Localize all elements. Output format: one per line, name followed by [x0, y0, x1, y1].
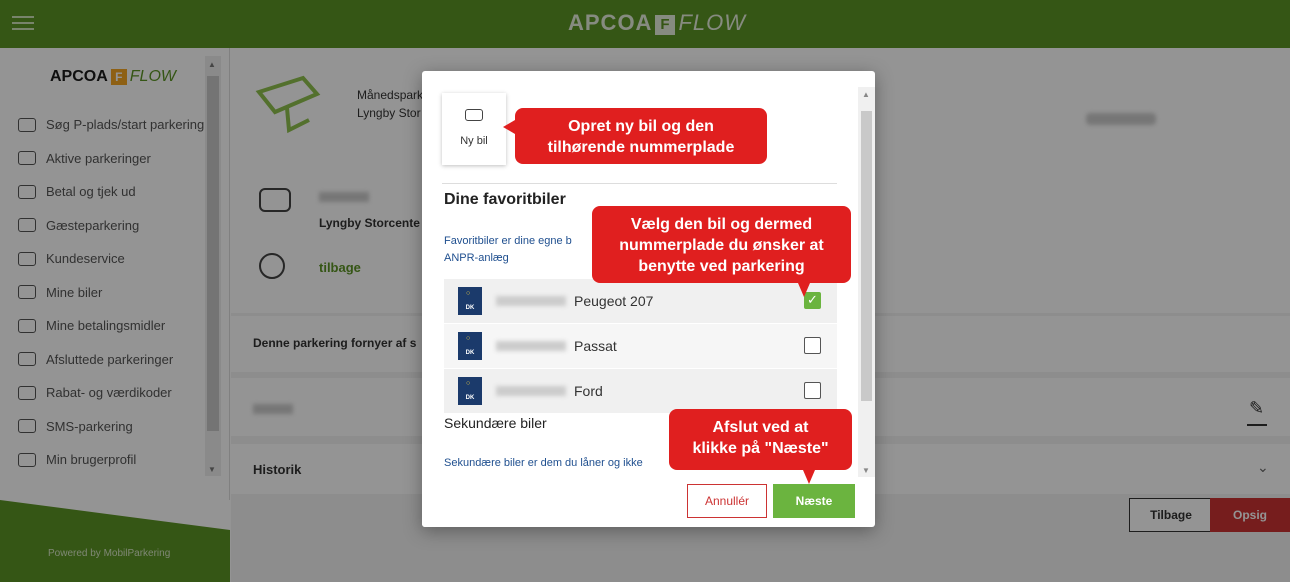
- car-name: Passat: [574, 338, 617, 354]
- callout-finish: Afslut ved at klikke på "Næste": [669, 409, 852, 484]
- cancel-button[interactable]: Annullér: [687, 484, 767, 518]
- car-icon: [465, 109, 483, 121]
- secondary-cars-description: Sekundære biler er dem du låner og ikke: [444, 457, 643, 469]
- checkbox[interactable]: [804, 382, 821, 399]
- blurred-plate: [496, 386, 566, 396]
- callout-select-car: Vælg den bil og dermed nummerplade du øn…: [592, 206, 851, 297]
- car-item-peugeot[interactable]: DK Peugeot 207 ✓: [444, 279, 837, 323]
- callout-line: klikke på "Næste": [692, 440, 829, 457]
- blurred-plate: [496, 296, 566, 306]
- scrollbar-thumb[interactable]: [861, 111, 872, 401]
- favorite-car-list: DK Peugeot 207 ✓ DK Passat DK Ford: [444, 279, 837, 414]
- new-car-label: Ny bil: [460, 135, 488, 147]
- secondary-cars-title: Sekundære biler: [444, 415, 547, 431]
- scroll-up-icon[interactable]: ▲: [862, 90, 870, 99]
- blurred-plate: [496, 341, 566, 351]
- callout-line: tilhørende nummerplade: [547, 139, 735, 156]
- car-name: Ford: [574, 383, 603, 399]
- favorite-cars-title: Dine favoritbiler: [444, 191, 566, 208]
- callout-line: Vælg den bil og dermed: [630, 216, 813, 233]
- dk-plate-icon: DK: [458, 377, 482, 405]
- car-item-ford[interactable]: DK Ford: [444, 369, 837, 413]
- callout-new-car: Opret ny bil og den tilhørende nummerpla…: [503, 108, 767, 164]
- car-item-passat[interactable]: DK Passat: [444, 324, 837, 368]
- callout-line: benytte ved parkering: [638, 258, 805, 275]
- dk-plate-icon: DK: [458, 287, 482, 315]
- callout-line: Afslut ved at: [712, 419, 809, 436]
- checkbox[interactable]: [804, 337, 821, 354]
- car-name: Peugeot 207: [574, 293, 654, 309]
- dk-plate-icon: DK: [458, 332, 482, 360]
- dialog-footer: Annullér Næste: [422, 476, 858, 527]
- new-car-button[interactable]: Ny bil: [442, 93, 506, 165]
- callout-line: Opret ny bil og den: [568, 118, 714, 135]
- scroll-down-icon[interactable]: ▼: [862, 466, 870, 475]
- divider: [442, 183, 837, 184]
- next-button[interactable]: Næste: [773, 484, 855, 518]
- dialog-scrollbar[interactable]: ▲ ▼: [858, 87, 875, 477]
- callout-line: nummerplade du ønsker at: [619, 237, 824, 254]
